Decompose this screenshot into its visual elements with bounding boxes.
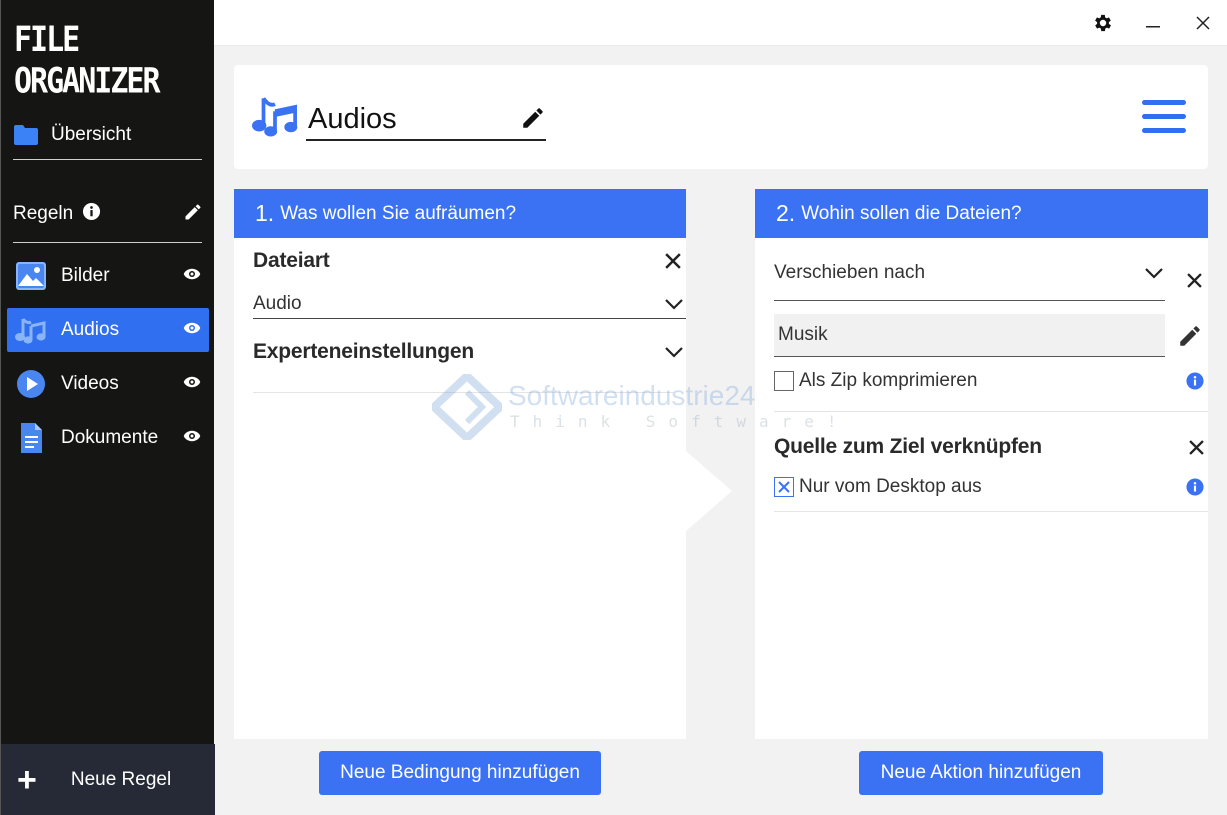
minimize-icon[interactable] xyxy=(1140,10,1166,36)
music-icon xyxy=(15,318,46,344)
chevron-down-icon xyxy=(1145,268,1163,279)
select-underline xyxy=(253,318,686,319)
sidebar: FILE ORGANIZER Übersicht Regeln Bilder A… xyxy=(0,0,215,815)
rule-title-field[interactable]: Audios xyxy=(306,95,546,141)
actions-panel: 2. Wohin sollen die Dateien? Verschieben… xyxy=(755,189,1208,739)
rules-label: Regeln xyxy=(13,203,74,224)
edit-rules-icon[interactable] xyxy=(183,202,203,227)
sidebar-item-label: Bilder xyxy=(61,265,110,286)
music-icon xyxy=(252,97,298,137)
filetype-title: Dateiart xyxy=(253,249,330,272)
chevron-down-icon xyxy=(665,299,683,310)
add-condition-button[interactable]: Neue Bedingung hinzufügen xyxy=(319,751,601,795)
plus-icon: + xyxy=(17,760,37,799)
add-action-button[interactable]: Neue Aktion hinzufügen xyxy=(859,751,1103,795)
sidebar-item-label: Videos xyxy=(61,373,119,394)
expert-settings-label: Experteneinstellungen xyxy=(253,340,475,363)
rule-title: Audios xyxy=(308,103,397,135)
title-bar xyxy=(214,0,1227,46)
actions-heading: Wohin sollen die Dateien? xyxy=(801,202,1022,224)
target-folder-value: Musik xyxy=(778,324,828,345)
sidebar-item-videos[interactable]: Videos xyxy=(7,362,209,406)
field-underline xyxy=(774,356,1165,357)
divider xyxy=(774,411,1208,412)
sidebar-divider xyxy=(13,159,202,160)
info-icon[interactable] xyxy=(1186,478,1204,496)
logo-line-2: ORGANIZER xyxy=(14,61,161,102)
logo-line-1: FILE xyxy=(14,20,80,61)
rule-header-card: Audios xyxy=(234,65,1208,169)
filetype-select[interactable]: Audio xyxy=(253,289,686,319)
sidebar-item-overview[interactable]: Übersicht xyxy=(13,118,131,152)
settings-gear-icon[interactable] xyxy=(1090,10,1116,36)
desktop-only-option: Nur vom Desktop aus xyxy=(774,475,1204,499)
info-icon[interactable] xyxy=(1186,372,1204,390)
sidebar-item-dokumente[interactable]: Dokumente xyxy=(7,416,209,460)
target-folder-field[interactable]: Musik xyxy=(774,314,1165,356)
new-rule-button[interactable]: + Neue Regel xyxy=(1,744,215,815)
image-icon xyxy=(16,262,46,290)
link-source-section: Quelle zum Ziel verknüpfen xyxy=(774,433,1206,461)
desktop-only-checkbox[interactable] xyxy=(774,477,794,497)
overview-label: Übersicht xyxy=(51,124,132,145)
filetype-condition: Dateiart xyxy=(253,247,685,275)
sidebar-item-label: Dokumente xyxy=(61,427,159,448)
link-source-title: Quelle zum Ziel verknüpfen xyxy=(774,435,1042,458)
app-logo: FILE ORGANIZER xyxy=(14,20,161,103)
select-underline xyxy=(774,300,1165,301)
remove-action-close-icon[interactable] xyxy=(1187,273,1202,288)
close-window-icon[interactable] xyxy=(1190,10,1216,36)
visibility-eye-icon[interactable] xyxy=(183,375,201,393)
sidebar-item-audios[interactable]: Audios xyxy=(7,308,209,352)
remove-condition-close-icon[interactable] xyxy=(665,253,681,269)
play-circle-icon xyxy=(17,370,45,398)
conditions-heading: Was wollen Sie aufräumen? xyxy=(280,202,517,224)
divider xyxy=(253,392,673,393)
folder-icon xyxy=(14,125,38,145)
sidebar-divider xyxy=(13,242,202,243)
document-icon xyxy=(21,423,42,453)
new-rule-label: Neue Regel xyxy=(70,768,172,790)
conditions-panel-header: 1. Was wollen Sie aufräumen? xyxy=(234,189,686,238)
zip-option: Als Zip komprimieren xyxy=(774,369,1204,393)
edit-pencil-icon[interactable] xyxy=(1177,323,1203,349)
chevron-down-icon xyxy=(665,347,683,358)
rules-header: Regeln xyxy=(13,198,203,230)
sidebar-item-label: Audios xyxy=(61,319,120,340)
info-icon[interactable] xyxy=(82,202,101,226)
actions-panel-header: 2. Wohin sollen die Dateien? xyxy=(755,189,1208,238)
flow-arrow xyxy=(686,451,732,531)
zip-label: Als Zip komprimieren xyxy=(799,370,978,391)
desktop-only-label: Nur vom Desktop aus xyxy=(799,476,982,497)
visibility-eye-icon[interactable] xyxy=(183,429,201,447)
step-number: 2. xyxy=(776,200,796,226)
remove-link-close-icon[interactable] xyxy=(1189,439,1204,455)
action-value: Verschieben nach xyxy=(774,262,926,283)
zip-checkbox[interactable] xyxy=(774,371,794,391)
visibility-eye-icon[interactable] xyxy=(183,267,201,285)
checkmark-x-icon xyxy=(778,481,790,493)
conditions-panel: 1. Was wollen Sie aufräumen? Dateiart Au… xyxy=(234,189,686,739)
expert-settings-toggle[interactable]: Experteneinstellungen xyxy=(253,337,686,367)
step-number: 1. xyxy=(255,200,275,226)
filetype-value: Audio xyxy=(253,293,302,314)
sidebar-item-bilder[interactable]: Bilder xyxy=(7,254,209,298)
visibility-eye-icon[interactable] xyxy=(183,321,201,339)
edit-pencil-icon[interactable] xyxy=(520,105,546,131)
action-select[interactable]: Verschieben nach xyxy=(774,257,1166,289)
divider xyxy=(774,511,1208,512)
hamburger-menu-icon[interactable] xyxy=(1142,100,1186,134)
